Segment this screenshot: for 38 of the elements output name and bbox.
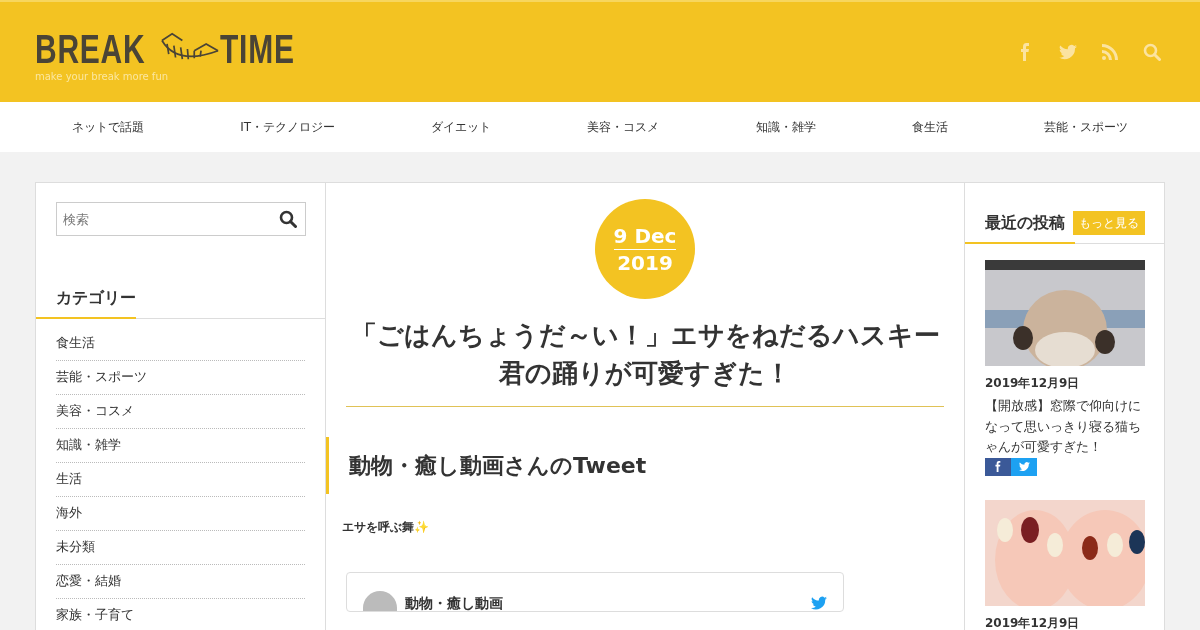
- nav-link[interactable]: ネットで話題: [72, 118, 145, 136]
- post-title[interactable]: 【開放感】窓際で仰向けになって思いっきり寝る猫ちゃんが可愛すぎた！: [985, 396, 1144, 458]
- nav-link[interactable]: 知識・雑学: [755, 118, 816, 136]
- search-field[interactable]: 検索: [56, 202, 306, 236]
- tweet-author: 動物・癒し動画: [405, 594, 503, 612]
- nav-link[interactable]: 美容・コスメ: [587, 118, 660, 136]
- article-title: 「ごはんちょうだ～い！」エサをねだるハスキー君の踊りが可愛すぎた！: [346, 317, 944, 408]
- lead-text: エサを呼ぶ舞: [342, 519, 414, 537]
- category-link[interactable]: 未分類: [56, 531, 305, 565]
- date-year: 2019: [617, 249, 673, 276]
- avatar: [363, 591, 397, 612]
- post-date: 2019年12月9日: [985, 614, 1081, 630]
- search-icon[interactable]: [279, 210, 297, 228]
- twitter-share-button[interactable]: [1011, 457, 1037, 476]
- post-date: 2019年12月9日: [985, 375, 1081, 392]
- logo-text: TIME: [220, 28, 295, 69]
- category-link[interactable]: 芸能・スポーツ: [56, 361, 305, 395]
- nav-link[interactable]: 芸能・スポーツ: [1043, 118, 1128, 136]
- category-link[interactable]: 恋愛・結婚: [56, 565, 305, 599]
- section-heading: 最近の投稿: [985, 212, 1065, 234]
- category-link[interactable]: 家族・子育て: [56, 599, 305, 630]
- category-link[interactable]: 美容・コスメ: [56, 395, 305, 429]
- twitter-icon: [811, 595, 827, 612]
- category-link[interactable]: 食生活: [56, 327, 305, 361]
- section-heading: 動物・癒し動画さんのTweet: [326, 437, 964, 495]
- category-link[interactable]: 海外: [56, 497, 305, 531]
- category-link[interactable]: 知識・雑学: [56, 429, 305, 463]
- date-day: 9 Dec: [613, 222, 677, 250]
- sparkle-emoji: ✨: [414, 519, 429, 537]
- section-heading: カテゴリー: [36, 286, 325, 319]
- tagline: make your break more fun: [35, 69, 170, 84]
- nav-link[interactable]: IT・テクノロジー: [240, 118, 336, 136]
- logo-text: BREAK: [35, 28, 146, 69]
- nav-link[interactable]: ダイエット: [431, 118, 492, 136]
- facebook-share-button[interactable]: [985, 457, 1011, 476]
- category-link[interactable]: 生活: [56, 463, 305, 497]
- nav-link[interactable]: 食生活: [911, 118, 948, 136]
- twitter-icon: [1018, 461, 1030, 473]
